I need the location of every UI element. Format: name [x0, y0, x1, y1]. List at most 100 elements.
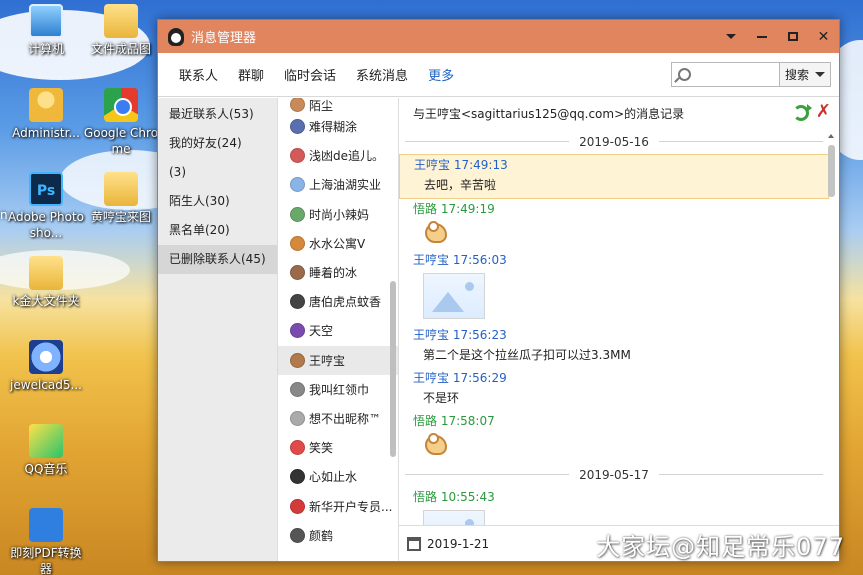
- message-header: 悟路 10:55:43: [413, 489, 829, 506]
- user-folder-icon: [29, 88, 63, 122]
- date-picker-value[interactable]: 2019-1-21: [427, 537, 489, 551]
- contact-name: 颜鹤: [309, 528, 334, 543]
- message-time: 17:49:19: [440, 202, 495, 216]
- avatar: [290, 440, 305, 456]
- message-header: 王哼宝 17:56:03: [413, 252, 829, 269]
- contact-item[interactable]: 想不出昵称™: [278, 404, 398, 433]
- desktop-icon-folder-images[interactable]: 黄哼宝来图: [80, 172, 162, 225]
- desktop-icon-folder-k-gold[interactable]: k金大文件夹: [5, 256, 87, 309]
- window-controls: ✕: [715, 20, 839, 53]
- contact-item[interactable]: 颜鹤: [278, 521, 398, 550]
- desktop-icon-label: Google Chrome: [83, 126, 159, 156]
- contact-item[interactable]: 新华开户专员...: [278, 491, 398, 520]
- delete-icon[interactable]: ✗: [816, 103, 831, 121]
- contact-item[interactable]: 我叫红领巾: [278, 375, 398, 404]
- refresh-icon[interactable]: [793, 104, 812, 121]
- category-strangers[interactable]: 陌生人(30): [158, 187, 277, 216]
- contact-item[interactable]: 唐伯虎点蚊香: [278, 287, 398, 316]
- contact-item[interactable]: 难得糊涂: [278, 112, 398, 141]
- tab-temp-session[interactable]: 临时会话: [275, 65, 345, 84]
- desktop-icon-computer[interactable]: 计算机: [5, 4, 87, 57]
- contact-item[interactable]: 笑笑: [278, 433, 398, 462]
- message-item[interactable]: 王哼宝 17:56:29 不是环: [399, 368, 829, 411]
- contact-item[interactable]: 天空: [278, 316, 398, 345]
- contact-list-scrollbar[interactable]: [390, 281, 396, 457]
- date-separator: 2019-05-17: [399, 462, 829, 487]
- message-time: 17:56:03: [452, 253, 507, 267]
- ok-hand-emoji-icon: [423, 219, 449, 245]
- message-text: 去吧，辛苦啦: [424, 178, 497, 192]
- avatar: [290, 98, 305, 112]
- message-header: 悟路 17:49:19: [413, 201, 829, 218]
- message-item[interactable]: 悟路 17:58:07: [399, 411, 829, 462]
- contact-item[interactable]: 时尚小辣妈: [278, 200, 398, 229]
- minimize-button[interactable]: [746, 20, 777, 53]
- search-input[interactable]: [695, 66, 775, 83]
- contact-name: 时尚小辣妈: [309, 207, 370, 222]
- message-item[interactable]: 王哼宝 17:56:23 第二个是这个拉丝瓜子扣可以过3.3MM: [399, 325, 829, 368]
- avatar: [290, 410, 305, 426]
- search-button[interactable]: 搜索: [780, 63, 830, 86]
- contact-name: 唐伯虎点蚊香: [309, 295, 382, 310]
- message-sender: 悟路: [413, 414, 438, 428]
- avatar: [290, 323, 305, 339]
- message-panel: 与王哼宝<sagittarius125@qq.com>的消息记录 ✗ 2019-…: [399, 98, 839, 561]
- contact-list: 陌尘 难得糊涂 浅凼de追儿。上海油湖实业 时尚小辣妈水水公寓V 睡着的冰唐伯虎点蚊香天…: [278, 98, 399, 561]
- message-item[interactable]: 悟路 10:55:43: [399, 487, 829, 525]
- chevron-down-icon: [725, 34, 736, 39]
- contact-item[interactable]: 睡着的冰: [278, 258, 398, 287]
- date-separator: 2019-05-16: [399, 129, 829, 154]
- avatar: [290, 148, 305, 164]
- contact-item[interactable]: 心如止水: [278, 462, 398, 491]
- image-placeholder-icon[interactable]: [423, 510, 485, 525]
- message-item[interactable]: 悟路 17:49:19: [399, 199, 829, 250]
- category-deleted[interactable]: 已删除联系人(45): [158, 245, 277, 274]
- search-box[interactable]: [672, 63, 780, 86]
- contact-item[interactable]: 浅凼de追儿。: [278, 141, 398, 170]
- category-recent[interactable]: 最近联系人(53): [158, 100, 277, 129]
- message-time: 17:56:23: [452, 328, 507, 342]
- tab-group-chat[interactable]: 群聊: [229, 65, 273, 84]
- desktop-icon-chrome[interactable]: Google Chrome: [80, 88, 162, 157]
- menu-dropdown-button[interactable]: [715, 20, 746, 53]
- message-list-scrollbar[interactable]: [828, 145, 835, 197]
- contact-item[interactable]: 水水公寓V: [278, 229, 398, 258]
- category-unnamed[interactable]: (3): [158, 158, 277, 187]
- title-bar[interactable]: 消息管理器 ✕: [158, 20, 839, 53]
- avatar: [290, 498, 305, 514]
- desktop-icon-administrator[interactable]: Administr...: [5, 88, 87, 141]
- tab-system-messages[interactable]: 系统消息: [347, 65, 417, 84]
- desktop-icon-pdf-converter[interactable]: 即刻PDF转换器: [5, 508, 87, 575]
- calendar-icon[interactable]: [407, 536, 421, 551]
- contact-item[interactable]: 王哼宝: [278, 345, 398, 375]
- avatar: [290, 119, 305, 135]
- tab-contacts[interactable]: 联系人: [170, 65, 227, 84]
- search-area: 搜索: [671, 62, 831, 87]
- image-placeholder-icon[interactable]: [423, 273, 485, 319]
- qq-penguin-icon: [168, 27, 184, 46]
- contact-item[interactable]: 陌尘: [278, 98, 398, 113]
- scroll-up-arrow-icon[interactable]: [828, 134, 834, 138]
- message-item[interactable]: 王哼宝 17:49:13 去吧，辛苦啦: [399, 154, 829, 199]
- desktop-icon-folder-finished[interactable]: 文件成品图: [80, 4, 162, 57]
- chevron-down-icon: [815, 72, 825, 77]
- maximize-icon: [787, 32, 798, 41]
- desktop-icon-jewelcad[interactable]: jewelcad5...: [5, 340, 87, 393]
- contact-name: 上海油湖实业: [309, 178, 382, 193]
- desktop-icon-photoshop[interactable]: Ps Adobe Photosho...: [5, 172, 87, 241]
- desktop-icon-label: QQ音乐: [24, 462, 68, 476]
- contact-name: 陌尘: [309, 99, 334, 113]
- close-button[interactable]: ✕: [808, 20, 839, 53]
- contact-item[interactable]: 上海油湖实业: [278, 170, 398, 199]
- category-friends[interactable]: 我的好友(24): [158, 129, 277, 158]
- message-time: 17:58:07: [440, 414, 495, 428]
- message-item[interactable]: 王哼宝 17:56:03: [399, 250, 829, 325]
- tab-more[interactable]: 更多: [419, 65, 463, 84]
- desktop-icon-qq-music[interactable]: QQ音乐: [5, 424, 87, 477]
- maximize-button[interactable]: [777, 20, 808, 53]
- search-button-label: 搜索: [784, 68, 809, 82]
- chrome-icon: [104, 88, 138, 122]
- category-blacklist[interactable]: 黑名单(20): [158, 216, 277, 245]
- message-text: 第二个是这个拉丝瓜子扣可以过3.3MM: [423, 348, 631, 362]
- avatar: [290, 177, 305, 193]
